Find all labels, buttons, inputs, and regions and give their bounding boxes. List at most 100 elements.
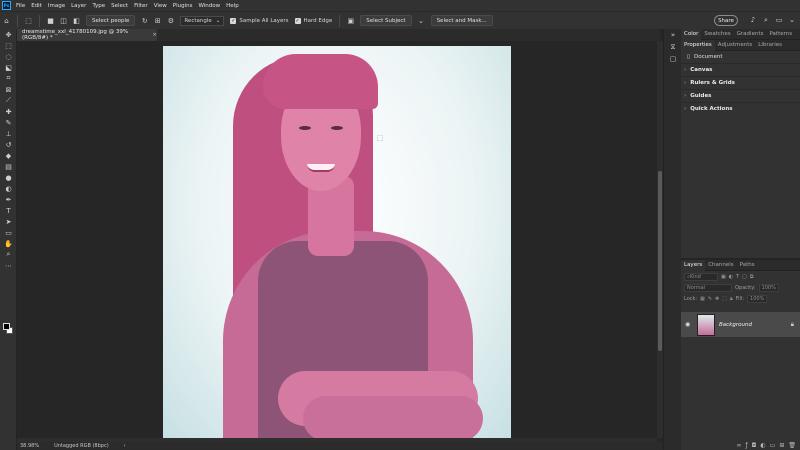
menu-image[interactable]: Image <box>48 3 65 9</box>
artboard-icon[interactable]: ⬚ <box>0 40 17 51</box>
path-select-icon[interactable]: ➤ <box>0 216 17 227</box>
section-quick-actions[interactable]: › Quick Actions <box>681 102 800 115</box>
home-icon[interactable]: ⌂ <box>2 16 11 25</box>
add-mask-icon[interactable]: ◘ <box>752 442 757 449</box>
lasso-icon[interactable]: ◌ <box>0 51 17 62</box>
menu-layer[interactable]: Layer <box>71 3 86 9</box>
lock-paint-icon[interactable]: ✎ <box>708 296 712 302</box>
section-guides[interactable]: › Guides <box>681 89 800 102</box>
object-select-icon[interactable]: ⬕ <box>0 62 17 73</box>
healing-icon[interactable]: ✚ <box>0 106 17 117</box>
menu-filter[interactable]: Filter <box>134 3 148 9</box>
refresh-icon[interactable]: ↻ <box>140 16 149 25</box>
crop-icon[interactable]: ⌗ <box>0 73 17 84</box>
lock-all-icon[interactable]: 🔒︎ <box>730 296 733 302</box>
blur-icon[interactable]: ● <box>0 172 17 183</box>
tab-libraries[interactable]: Libraries <box>755 40 785 51</box>
history-icon[interactable]: ⧖ <box>664 41 682 53</box>
brush-icon[interactable]: ✎ <box>0 117 17 128</box>
menu-type[interactable]: Type <box>92 3 105 9</box>
workspace-icon[interactable]: ▭ <box>775 15 783 25</box>
lock-artboard-icon[interactable]: ⬚ <box>722 296 727 302</box>
opacity-field[interactable]: 100% <box>758 283 779 292</box>
zoom-level[interactable]: 38.98% <box>20 443 39 449</box>
kind-filter-select[interactable]: ⌕ Kind <box>684 272 718 281</box>
dodge-icon[interactable]: ◐ <box>0 183 17 194</box>
gear-icon[interactable]: ⚙ <box>166 16 175 25</box>
fx-icon[interactable]: ƒ <box>746 442 748 449</box>
tab-layers[interactable]: Layers <box>681 259 706 271</box>
more-icon[interactable]: ⋯ <box>0 260 17 271</box>
hand-icon[interactable]: ✋ <box>0 238 17 249</box>
menu-help[interactable]: Help <box>226 3 239 9</box>
zoom-icon[interactable]: ⌕ <box>0 249 17 260</box>
section-rulers-grids[interactable]: › Rulers & Grids <box>681 76 800 89</box>
delete-layer-icon[interactable]: 🗑︎ <box>788 442 796 449</box>
filter-pixel-icon[interactable]: ▣ <box>721 274 726 280</box>
visibility-eye-icon[interactable]: ◉ <box>685 321 693 328</box>
menu-plugins[interactable]: Plugins <box>173 3 193 9</box>
new-group-icon[interactable]: ▭ <box>770 442 776 449</box>
eyedropper-icon[interactable]: ⟋ <box>0 95 17 106</box>
mask-icon[interactable]: ▣ <box>346 16 355 25</box>
lock-position-icon[interactable]: ✥ <box>715 296 719 302</box>
mode-select[interactable]: Rectangle ⌄ <box>180 15 225 26</box>
pen-icon[interactable]: ✒ <box>0 194 17 205</box>
search-icon[interactable]: ⌕ <box>762 15 770 25</box>
fill-field[interactable]: 100% <box>747 294 768 303</box>
rectangle-icon[interactable]: ▭ <box>0 227 17 238</box>
filter-type-icon[interactable]: T <box>736 274 739 280</box>
type-icon[interactable]: T <box>0 205 17 216</box>
tab-gradients[interactable]: Gradients <box>734 29 767 40</box>
select-and-mask-button[interactable]: Select and Mask... <box>430 15 493 26</box>
object-finder-icon[interactable]: ⊞ <box>153 16 162 25</box>
select-subject-button[interactable]: Select Subject <box>360 15 412 26</box>
document-canvas[interactable] <box>163 46 511 438</box>
collapse-icon[interactable]: » <box>664 29 682 41</box>
link-layers-icon[interactable]: ∞ <box>737 442 742 449</box>
layer-row-background[interactable]: ◉ Background 🔒︎ <box>681 312 800 337</box>
tab-paths[interactable]: Paths <box>737 260 758 271</box>
tab-color[interactable]: Color <box>681 28 702 40</box>
document-tab[interactable]: dreamstime_xxl_41780109.jpg @ 39% (RGB/8… <box>17 29 157 41</box>
tab-properties[interactable]: Properties <box>681 39 715 51</box>
share-button[interactable]: Share <box>714 15 738 26</box>
history-brush-icon[interactable]: ↺ <box>0 139 17 150</box>
menu-select[interactable]: Select <box>111 3 128 9</box>
filter-shape-icon[interactable]: ▢ <box>742 274 747 280</box>
menu-edit[interactable]: Edit <box>31 3 42 9</box>
adjustment-layer-icon[interactable]: ◐ <box>760 442 765 449</box>
select-people-button[interactable]: Select people <box>86 15 136 26</box>
blend-mode-select[interactable]: Normal <box>684 283 732 292</box>
move-icon[interactable]: ✥ <box>0 29 17 40</box>
tab-swatches[interactable]: Swatches <box>701 29 733 40</box>
new-selection-icon[interactable]: ■ <box>46 16 55 25</box>
tab-patterns[interactable]: Patterns <box>766 29 795 40</box>
chevron-down-icon[interactable]: ⌄ <box>788 15 796 25</box>
close-icon[interactable]: × <box>152 32 157 38</box>
foreground-color-swatch[interactable] <box>3 323 10 330</box>
filter-adjustment-icon[interactable]: ◐ <box>729 274 733 280</box>
filter-smart-icon[interactable]: ⧉ <box>750 274 754 280</box>
tab-adjustments[interactable]: Adjustments <box>715 40 755 51</box>
tab-channels[interactable]: Channels <box>705 260 736 271</box>
canvas-area[interactable]: ⬚ <box>17 41 657 438</box>
notification-bell-icon[interactable]: ♪ <box>749 15 757 25</box>
hard-edge-checkbox[interactable]: ✓ Hard Edge <box>294 17 332 24</box>
add-selection-icon[interactable]: ◫ <box>59 16 68 25</box>
tool-preset-icon[interactable]: ⬚ <box>24 16 33 25</box>
sample-all-layers-checkbox[interactable]: ✓ Sample All Layers <box>230 17 289 24</box>
menu-window[interactable]: Window <box>198 3 220 9</box>
lock-pixels-icon[interactable]: ▦ <box>700 296 705 302</box>
scrollbar-thumb[interactable] <box>658 171 662 351</box>
menu-file[interactable]: File <box>16 3 25 9</box>
chevron-right-icon[interactable]: › <box>124 443 126 449</box>
frame-icon[interactable]: ⊠ <box>0 84 17 95</box>
section-canvas[interactable]: › Canvas <box>681 63 800 76</box>
gradient-icon[interactable]: ▤ <box>0 161 17 172</box>
menu-view[interactable]: View <box>154 3 167 9</box>
comments-icon[interactable]: ▢ <box>664 53 682 65</box>
eraser-icon[interactable]: ◆ <box>0 150 17 161</box>
new-layer-icon[interactable]: ⊞ <box>779 442 784 449</box>
chevron-down-icon[interactable]: ⌄ <box>417 16 426 25</box>
